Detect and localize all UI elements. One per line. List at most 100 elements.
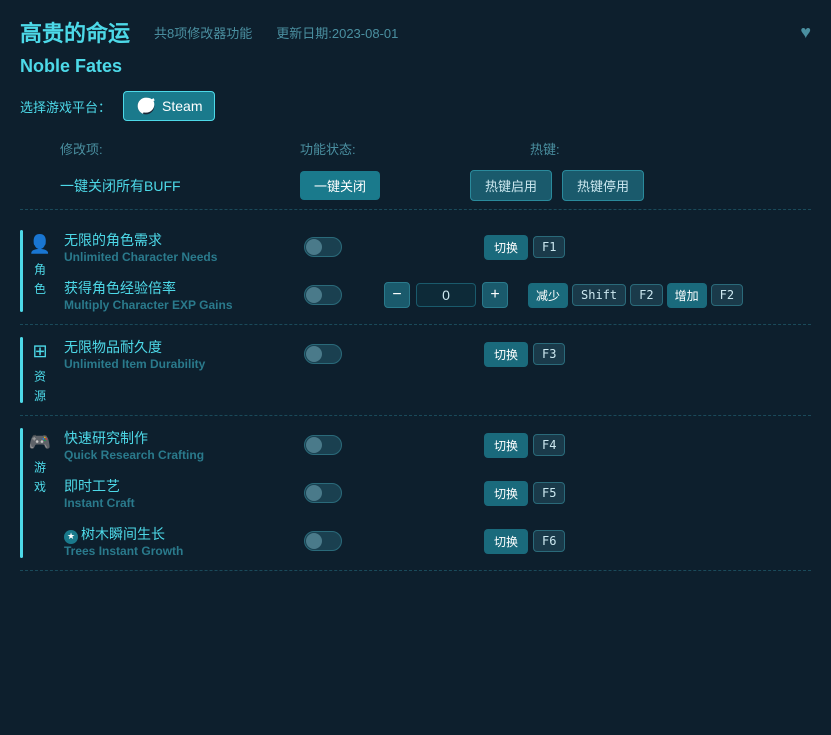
mod-row-unlimited-durability: 无限物品耐久度Unlimited Item Durability 切换F3	[64, 337, 811, 371]
section-gameplay: 🎮游 戏快速研究制作Quick Research Crafting切换F4即时工…	[20, 416, 811, 571]
col-header-status: 功能状态:	[300, 139, 450, 158]
hotkey-area-quick-research: 切换F4	[484, 433, 565, 458]
mod-name-en-quick-research: Quick Research Crafting	[64, 448, 284, 462]
platform-steam-button[interactable]: Steam	[123, 91, 215, 121]
hotkey-f-right-multiply-exp: F2	[711, 284, 743, 306]
hotkey-multi-multiply-exp: 减少ShiftF2增加F2	[528, 283, 743, 308]
mod-name-cn-multiply-exp: 获得角色经验倍率	[64, 278, 284, 298]
hotkey-f-left-multiply-exp: F2	[630, 284, 662, 306]
header: 高贵的命运 共8项修改器功能 更新日期:2023-08-01 ♥	[20, 16, 811, 48]
mod-name-block-unlimited-needs: 无限的角色需求Unlimited Character Needs	[64, 230, 284, 264]
section-label-character: 角 色	[32, 263, 49, 296]
header-meta-date: 更新日期:2023-08-01	[276, 23, 398, 42]
platform-btn-label: Steam	[162, 98, 202, 114]
hotkey-area-trees-instant: 切换F6	[484, 529, 565, 554]
stepper-area-multiply-exp: −+	[384, 282, 508, 308]
favorite-icon[interactable]: ♥	[800, 22, 811, 43]
hotkey-increase-multiply-exp[interactable]: 增加	[667, 283, 707, 308]
section-sidebar-resources: ⊞ 资 源	[20, 337, 60, 403]
hotkey-area-unlimited-needs: 切换F1	[484, 235, 565, 260]
platform-label: 选择游戏平台：	[20, 97, 111, 116]
hotkey-toggle-btn-unlimited-needs[interactable]: 切换	[484, 235, 528, 260]
section-sidebar-gameplay: 🎮游 戏	[20, 428, 60, 558]
mod-name-cn-unlimited-needs: 无限的角色需求	[64, 230, 284, 250]
col-header-mod: 修改项:	[60, 139, 280, 158]
toggle-area-trees-instant	[304, 531, 384, 551]
section-content-gameplay: 快速研究制作Quick Research Crafting切换F4即时工艺Ins…	[60, 428, 811, 558]
section-bar-gameplay	[20, 428, 23, 558]
mod-name-en-unlimited-needs: Unlimited Character Needs	[64, 250, 284, 264]
mod-name-cn-instant-craft: 即时工艺	[64, 476, 284, 496]
toggle-area-instant-craft	[304, 483, 384, 503]
mod-name-cn-trees-instant: ★树木瞬间生长	[64, 524, 284, 544]
mod-name-en-instant-craft: Instant Craft	[64, 496, 284, 510]
mod-name-en-multiply-exp: Multiply Character EXP Gains	[64, 298, 284, 312]
toggle-area-quick-research	[304, 435, 384, 455]
section-bar-character	[20, 230, 23, 312]
game-title-en: Noble Fates	[20, 56, 811, 77]
toggle-area-unlimited-durability	[304, 344, 384, 364]
hotkey-shift-multiply-exp: Shift	[572, 284, 626, 306]
section-label-resources: 资 源	[32, 370, 49, 403]
hotkey-enable-button[interactable]: 热键启用	[470, 170, 552, 201]
section-icon-resources: ⊞	[32, 341, 47, 362]
oneclick-actions: 一键关闭 热键启用 热键停用	[300, 170, 644, 201]
toggle-trees-instant[interactable]	[304, 531, 342, 551]
section-character: 👤 角 色无限的角色需求Unlimited Character Needs 切换F1…	[20, 218, 811, 325]
toggle-instant-craft[interactable]	[304, 483, 342, 503]
mod-row-trees-instant: ★树木瞬间生长Trees Instant Growth 切换F6	[64, 524, 811, 558]
header-meta-count: 共8项修改器功能	[154, 23, 252, 42]
mod-row-multiply-exp: 获得角色经验倍率Multiply Character EXP Gains−+减少…	[64, 278, 811, 312]
toggle-quick-research[interactable]	[304, 435, 342, 455]
hotkey-key-unlimited-durability: F3	[533, 343, 565, 365]
game-title-cn: 高贵的命运	[20, 16, 130, 48]
mod-name-block-unlimited-durability: 无限物品耐久度Unlimited Item Durability	[64, 337, 284, 371]
hotkey-key-instant-craft: F5	[533, 482, 565, 504]
section-bar-resources	[20, 337, 23, 403]
mod-name-en-trees-instant: Trees Instant Growth	[64, 544, 284, 558]
hotkey-decrease-multiply-exp[interactable]: 减少	[528, 283, 568, 308]
section-resources: ⊞ 资 源无限物品耐久度Unlimited Item Durability 切换F3	[20, 325, 811, 416]
mod-row-instant-craft: 即时工艺Instant Craft 切换F5	[64, 476, 811, 510]
hotkey-area-unlimited-durability: 切换F3	[484, 342, 565, 367]
app-container: 高贵的命运 共8项修改器功能 更新日期:2023-08-01 ♥ Noble F…	[0, 0, 831, 735]
hotkey-toggle-btn-unlimited-durability[interactable]: 切换	[484, 342, 528, 367]
hotkey-key-unlimited-needs: F1	[533, 236, 565, 258]
section-content-character: 无限的角色需求Unlimited Character Needs 切换F1 获得角色…	[60, 230, 811, 312]
stepper-plus-multiply-exp[interactable]: +	[482, 282, 508, 308]
toggle-unlimited-durability[interactable]	[304, 344, 342, 364]
mod-name-block-trees-instant: ★树木瞬间生长Trees Instant Growth	[64, 524, 284, 558]
section-sidebar-character: 👤 角 色	[20, 230, 60, 312]
hotkey-key-quick-research: F4	[533, 434, 565, 456]
steam-icon	[136, 96, 156, 116]
mod-name-cn-quick-research: 快速研究制作	[64, 428, 284, 448]
section-content-resources: 无限物品耐久度Unlimited Item Durability 切换F3	[60, 337, 811, 403]
toggle-area-multiply-exp	[304, 285, 384, 305]
mod-name-cn-unlimited-durability: 无限物品耐久度	[64, 337, 284, 357]
mod-name-en-unlimited-durability: Unlimited Item Durability	[64, 357, 284, 371]
stepper-value-multiply-exp[interactable]	[416, 283, 476, 307]
hotkey-toggle-btn-trees-instant[interactable]: 切换	[484, 529, 528, 554]
mod-name-block-quick-research: 快速研究制作Quick Research Crafting	[64, 428, 284, 462]
oneclick-label: 一键关闭所有BUFF	[60, 176, 280, 196]
platform-row: 选择游戏平台： Steam	[20, 91, 811, 121]
mod-name-block-instant-craft: 即时工艺Instant Craft	[64, 476, 284, 510]
hotkey-toggle-btn-instant-craft[interactable]: 切换	[484, 481, 528, 506]
hotkey-key-trees-instant: F6	[533, 530, 565, 552]
section-icon-character: 👤	[29, 234, 51, 255]
col-header-hotkey: 热键:	[530, 139, 560, 158]
stepper-minus-multiply-exp[interactable]: −	[384, 282, 410, 308]
hotkey-disable-button[interactable]: 热键停用	[562, 170, 644, 201]
mod-row-unlimited-needs: 无限的角色需求Unlimited Character Needs 切换F1	[64, 230, 811, 264]
mod-row-quick-research: 快速研究制作Quick Research Crafting 切换F4	[64, 428, 811, 462]
mod-name-block-multiply-exp: 获得角色经验倍率Multiply Character EXP Gains	[64, 278, 284, 312]
oneclick-close-button[interactable]: 一键关闭	[300, 171, 380, 200]
toggle-multiply-exp[interactable]	[304, 285, 342, 305]
hotkey-area-instant-craft: 切换F5	[484, 481, 565, 506]
toggle-unlimited-needs[interactable]	[304, 237, 342, 257]
sections-container: 👤角 色无限的角色需求Unlimited Character Needs切换F1…	[20, 218, 811, 571]
toggle-area-unlimited-needs	[304, 237, 384, 257]
oneclick-row: 一键关闭所有BUFF 一键关闭 热键启用 热键停用	[20, 162, 811, 210]
section-icon-gameplay: 🎮	[29, 432, 51, 453]
hotkey-toggle-btn-quick-research[interactable]: 切换	[484, 433, 528, 458]
